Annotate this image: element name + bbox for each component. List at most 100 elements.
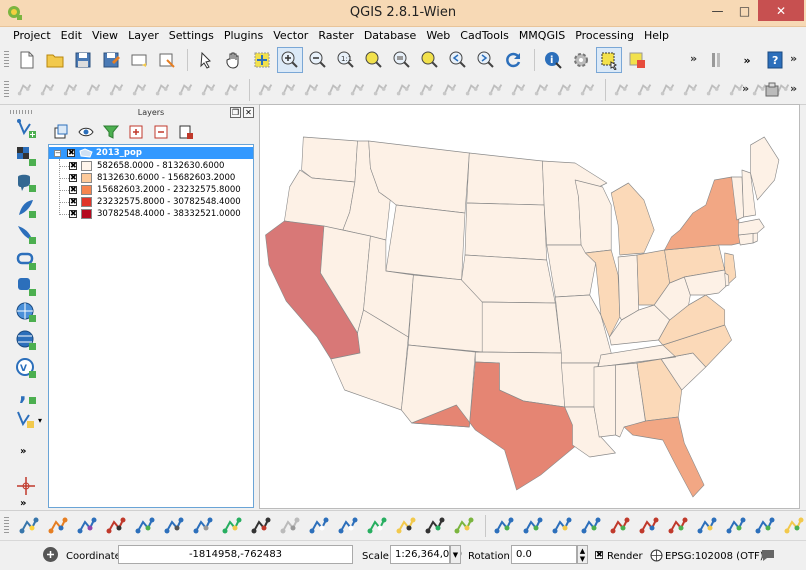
delete-part-button[interactable] [416, 77, 437, 103]
toolbar-overflow-4[interactable]: » [742, 82, 749, 95]
offset-curve-button[interactable] [462, 77, 483, 103]
simplify-feature-button[interactable] [301, 77, 322, 103]
pin-labels-button[interactable] [680, 77, 701, 103]
maximize-button[interactable]: □ [731, 0, 758, 21]
move-feature-button[interactable] [106, 77, 127, 103]
state-michigan[interactable] [610, 182, 655, 256]
add-postgis-layer-button[interactable] [14, 170, 38, 194]
cad-6-button[interactable] [636, 513, 662, 539]
map-canvas[interactable] [259, 104, 800, 509]
current-edits-button[interactable] [14, 77, 35, 103]
toolbar-overflow-2[interactable]: » [734, 47, 760, 73]
open-project-button[interactable] [42, 47, 68, 73]
rotation-spinner[interactable]: ▲ ▼ [577, 545, 588, 564]
refresh-button[interactable] [501, 47, 527, 73]
add-wms-layer-button[interactable] [14, 300, 38, 324]
menu-view[interactable]: View [87, 27, 123, 45]
menu-cadtools[interactable]: CadTools [455, 27, 514, 45]
identify-button[interactable]: i [540, 47, 566, 73]
legend-class-item[interactable]: ✖ 582658.0000 - 8132630.6000 [49, 160, 253, 172]
cad-11-button[interactable] [781, 513, 806, 539]
cloud-button[interactable] [277, 513, 303, 539]
manage-visibility-button[interactable] [75, 122, 97, 142]
redo-button[interactable] [634, 77, 655, 103]
crs-globe-icon[interactable] [650, 549, 663, 562]
split-parts-button[interactable] [508, 77, 529, 103]
expand-all-button[interactable] [125, 122, 147, 142]
composer-manager-button[interactable] [154, 47, 180, 73]
close-panel-button[interactable]: ✕ [243, 107, 254, 118]
menu-mmqgis[interactable]: MMQGIS [514, 27, 570, 45]
pan-to-selection-button[interactable] [249, 47, 275, 73]
add-oracle-layer-button[interactable] [14, 248, 38, 272]
menu-processing[interactable]: Processing [570, 27, 639, 45]
add-wcs-layer-button[interactable] [14, 328, 38, 352]
add-delimited-text-button[interactable]: , [14, 382, 38, 406]
legend-class-checkbox[interactable]: ✖ [69, 210, 77, 218]
undock-panel-button[interactable]: ❐ [230, 107, 241, 118]
measure-line-button[interactable] [706, 47, 732, 73]
cad-10-button[interactable] [752, 513, 778, 539]
reshape-features-button[interactable] [439, 77, 460, 103]
touch-zoom-button[interactable] [193, 47, 219, 73]
scale-dropdown-button[interactable]: ▼ [450, 545, 461, 564]
state-kansas[interactable] [481, 301, 562, 354]
table-manager-button[interactable] [45, 513, 71, 539]
toolbar-overflow-3[interactable]: » [790, 52, 797, 65]
deselect-features-button[interactable] [624, 47, 650, 73]
add-group-button[interactable] [50, 122, 72, 142]
crs-status[interactable]: EPSG:102008 (OTF) [665, 541, 764, 570]
layer-visibility-checkbox[interactable]: ✖ [67, 149, 75, 157]
y-tool-button[interactable] [364, 513, 390, 539]
cad-8-button[interactable] [694, 513, 720, 539]
zoom-to-selection-button[interactable] [417, 47, 443, 73]
add-db2-layer-button[interactable] [14, 274, 38, 298]
cad-7-button[interactable] [665, 513, 691, 539]
show-hide-labels-button[interactable] [703, 77, 724, 103]
merge-attributes-button[interactable] [554, 77, 575, 103]
cad-3-button[interactable] [549, 513, 575, 539]
state-arkansas[interactable] [561, 362, 599, 408]
add-wfs-layer-button[interactable]: V [14, 356, 38, 380]
delete-selected-button[interactable] [152, 77, 173, 103]
new-project-button[interactable] [14, 47, 40, 73]
cad-1-button[interactable] [491, 513, 517, 539]
python-console-button[interactable] [16, 513, 42, 539]
save-layer-edits-button[interactable] [60, 77, 81, 103]
menu-vector[interactable]: Vector [268, 27, 313, 45]
menu-web[interactable]: Web [421, 27, 455, 45]
state-new-york[interactable] [664, 176, 741, 251]
left-toolbar-overflow-2[interactable]: » [20, 498, 26, 509]
select-features-button[interactable] [596, 47, 622, 73]
toolbar-handle[interactable] [4, 81, 9, 99]
state-washington[interactable] [301, 136, 358, 183]
dropdown-arrow-icon[interactable]: ▾ [38, 416, 42, 425]
legend-class-checkbox[interactable]: ✖ [69, 186, 77, 194]
coordinate-field[interactable]: -1814958,-762483 [118, 545, 353, 564]
add-mssql-layer-button[interactable] [14, 222, 38, 246]
toolbar-overflow-button[interactable]: » [690, 52, 697, 65]
render-checkbox[interactable]: ✖ [595, 551, 603, 559]
pan-map-button[interactable] [221, 47, 247, 73]
qgis-cloud-button[interactable] [190, 513, 216, 539]
legend-class-item[interactable]: ✖ 30782548.4000 - 38332521.0000 [49, 208, 253, 220]
legend-class-item[interactable]: ✖ 23232575.8000 - 30782548.4000 [49, 196, 253, 208]
add-raster-layer-button[interactable] [14, 144, 38, 168]
sigma-button[interactable] [306, 513, 332, 539]
toolbar-handle[interactable] [10, 110, 34, 114]
menu-plugins[interactable]: Plugins [219, 27, 268, 45]
new-print-composer-button[interactable] [126, 47, 152, 73]
toolbar-handle[interactable] [4, 517, 9, 535]
copy-features-button[interactable] [198, 77, 219, 103]
collapse-all-button[interactable] [150, 122, 172, 142]
legend-class-checkbox[interactable]: ✖ [69, 162, 77, 170]
node-tool-button[interactable] [129, 77, 150, 103]
paste-features-button[interactable] [221, 77, 242, 103]
state-mississippi[interactable] [593, 364, 616, 438]
add-part-button[interactable] [347, 77, 368, 103]
help-button[interactable]: ? [762, 47, 788, 73]
fill-ring-button[interactable] [370, 77, 391, 103]
messages-icon[interactable] [760, 548, 776, 562]
state-wyoming[interactable] [385, 204, 466, 281]
menu-project[interactable]: Project [8, 27, 56, 45]
